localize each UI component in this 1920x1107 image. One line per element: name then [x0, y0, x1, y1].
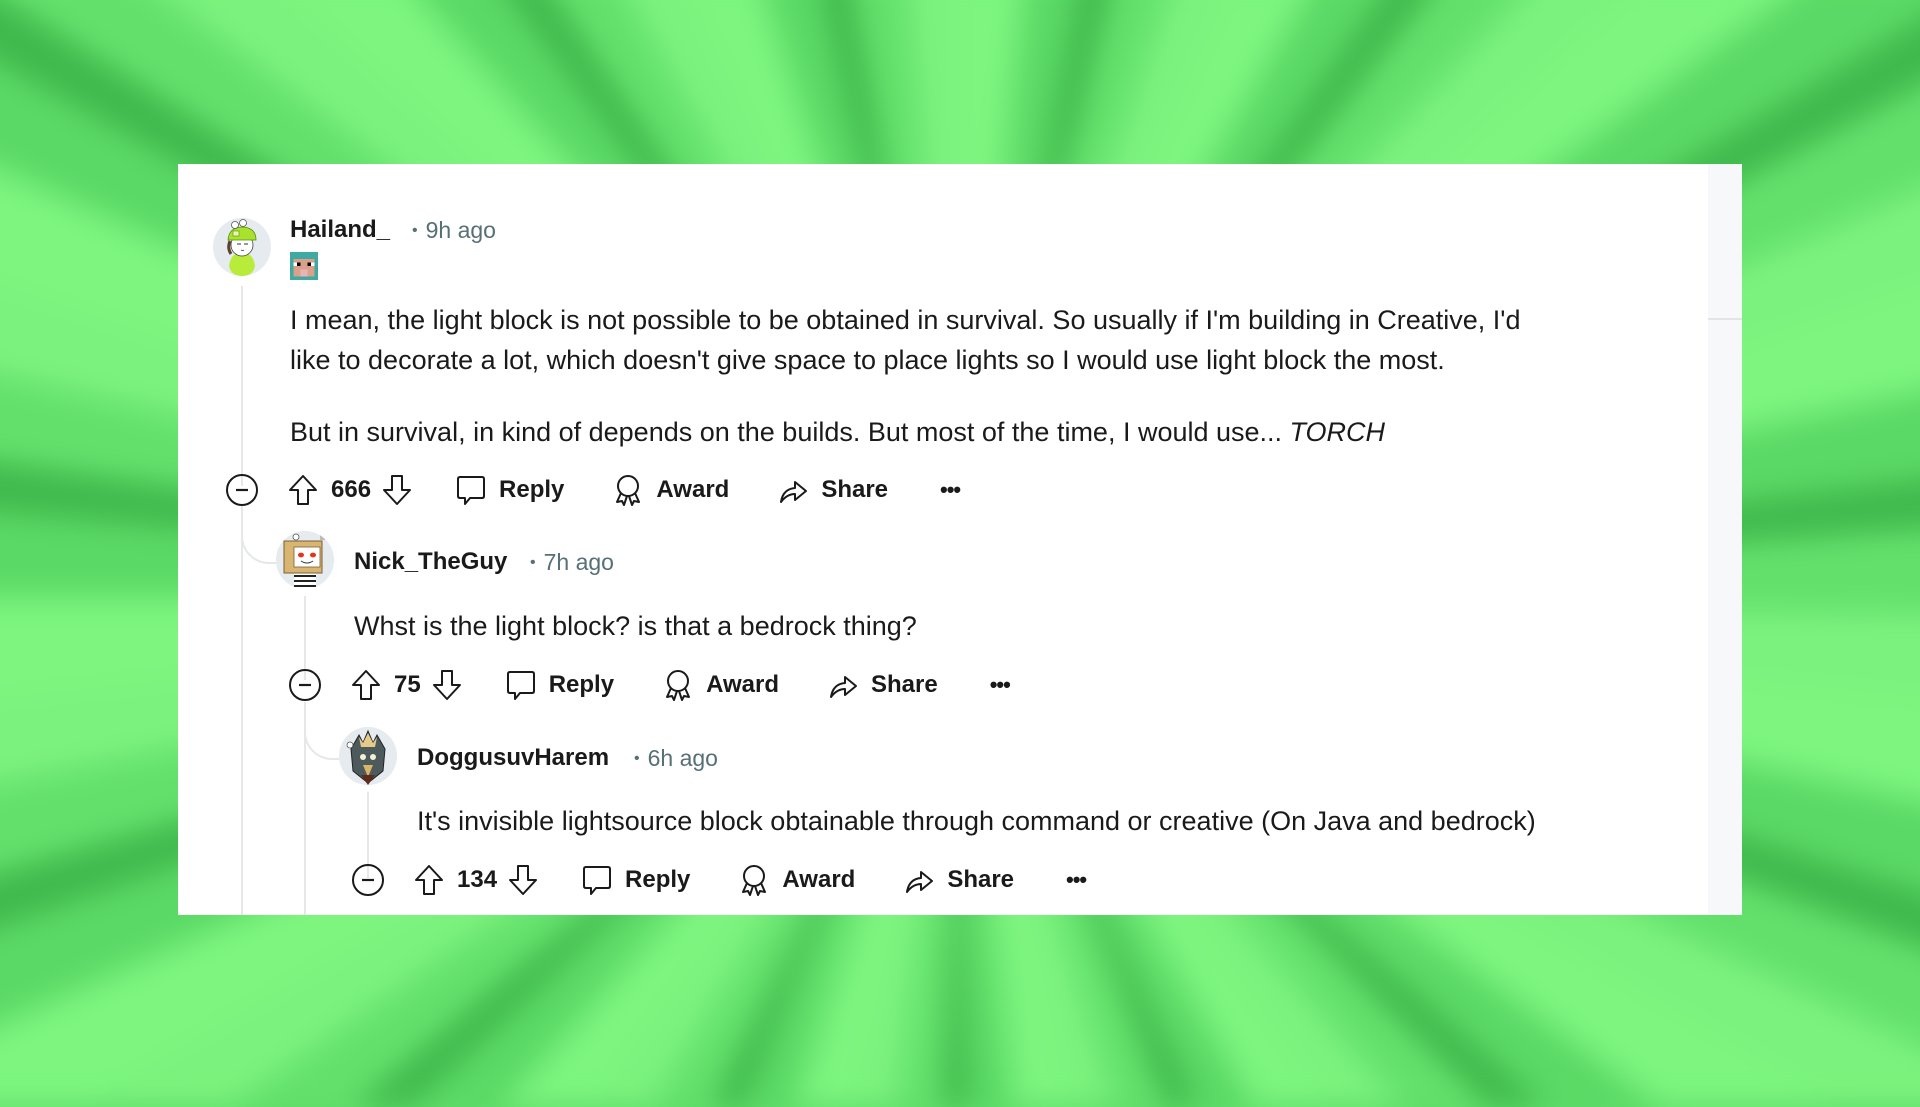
downvote-arrow-icon [432, 670, 461, 700]
share-arrow-icon [829, 676, 857, 698]
comment-body-paragraph: But in survival, in kind of depends on t… [290, 412, 1385, 452]
collapse-button[interactable] [225, 473, 259, 507]
timestamp[interactable]: 9h ago [426, 217, 496, 243]
vote-count: 666 [331, 476, 372, 503]
downvote-arrow-icon [509, 865, 538, 895]
share-arrow-icon [906, 871, 934, 893]
award-button[interactable]: Award [738, 863, 855, 897]
comment-meta: • 6h ago [634, 745, 718, 772]
award-label: Award [656, 476, 730, 503]
comment-body-line: like to decorate a lot, which doesn't gi… [290, 345, 1445, 375]
comment-body-line: I mean, the light block is not possible … [290, 305, 1521, 335]
meta-separator: • [412, 222, 418, 239]
comment-bubble-icon [506, 671, 535, 700]
upvote-arrow-icon [289, 475, 317, 505]
thread-line-level-1-continued[interactable] [241, 506, 243, 915]
comment-bubble-icon [457, 476, 486, 505]
username[interactable]: Nick_TheGuy [354, 548, 507, 576]
upvote-button[interactable] [287, 473, 319, 507]
award-ribbon-icon [742, 865, 767, 896]
box-head-avatar-icon [276, 531, 334, 589]
award-ribbon-icon [616, 475, 641, 506]
comment-thread-card: Hailand_ • 9h ago I mean, the light block… [178, 164, 1742, 915]
upvote-button[interactable] [413, 863, 445, 897]
avatar[interactable] [339, 727, 397, 785]
comment-body-emphasis: TORCH [1289, 417, 1386, 447]
more-options-button[interactable]: ••• [940, 477, 961, 503]
minecraft-sheep-icon [290, 252, 318, 280]
reply-label: Reply [499, 476, 565, 503]
comment-bubble-icon [583, 866, 612, 895]
share-label: Share [821, 476, 889, 503]
award-button[interactable]: Award [612, 473, 729, 507]
comment-body-line: It's invisible lightsource block obtaina… [417, 806, 1536, 836]
share-button[interactable]: Share [903, 863, 1014, 897]
reply-label: Reply [548, 671, 615, 698]
share-label: Share [870, 671, 938, 698]
reply-label: Reply [625, 866, 691, 893]
upvote-arrow-icon [352, 670, 380, 700]
upvote-arrow-icon [415, 865, 443, 895]
award-label: Award [706, 671, 779, 698]
green-beanie-avatar-icon [213, 218, 271, 276]
downvote-button[interactable] [381, 473, 413, 507]
comment-body-text: But in survival, in kind of depends on t… [290, 417, 1290, 447]
sidebar-strip [1708, 164, 1742, 915]
collapse-button[interactable] [288, 668, 322, 702]
comment-actions: 75 Reply Award Share ••• [288, 665, 1011, 705]
collapse-button[interactable] [351, 863, 385, 897]
vote-count: 134 [457, 866, 498, 893]
ellipsis-icon: ••• [1066, 867, 1087, 892]
collapse-minus-circle-icon [226, 474, 258, 506]
meta-separator: • [530, 554, 536, 571]
award-ribbon-icon [666, 670, 691, 701]
comment-body-line: Whst is the light block? is that a bedro… [354, 611, 917, 641]
share-button[interactable]: Share [827, 668, 938, 702]
award-button[interactable]: Award [662, 668, 779, 702]
share-label: Share [947, 866, 1015, 893]
timestamp[interactable]: 6h ago [648, 745, 718, 771]
thread-line-level-1[interactable] [241, 286, 243, 486]
ellipsis-icon: ••• [940, 477, 961, 502]
vote-count: 75 [394, 671, 421, 698]
comment-meta: • 9h ago [412, 217, 496, 244]
downvote-button[interactable] [507, 863, 539, 897]
sidebar-divider [1708, 318, 1742, 320]
collapse-minus-circle-icon [289, 669, 321, 701]
avatar[interactable] [213, 218, 271, 276]
collapse-minus-circle-icon [352, 864, 384, 896]
comment-actions: 666 Reply Award Share ••• [225, 470, 961, 510]
armored-knight-avatar-icon [339, 727, 397, 785]
username[interactable]: DoggusuvHarem [417, 744, 609, 772]
reply-button[interactable]: Reply [455, 473, 564, 507]
meta-separator: • [634, 750, 640, 767]
comment-meta: • 7h ago [530, 549, 614, 576]
share-button[interactable]: Share [777, 473, 888, 507]
reply-button[interactable]: Reply [505, 668, 614, 702]
comment-actions: 134 Reply Award Share ••• [351, 860, 1087, 900]
more-options-button[interactable]: ••• [989, 672, 1011, 698]
downvote-arrow-icon [383, 475, 412, 505]
award-label: Award [782, 866, 856, 893]
ellipsis-icon: ••• [989, 672, 1011, 697]
more-options-button[interactable]: ••• [1066, 867, 1087, 893]
downvote-button[interactable] [431, 668, 463, 702]
upvote-button[interactable] [350, 668, 382, 702]
share-arrow-icon [780, 481, 808, 503]
reply-button[interactable]: Reply [581, 863, 690, 897]
username[interactable]: Hailand_ [290, 216, 390, 244]
avatar[interactable] [276, 531, 334, 589]
timestamp[interactable]: 7h ago [544, 549, 614, 575]
